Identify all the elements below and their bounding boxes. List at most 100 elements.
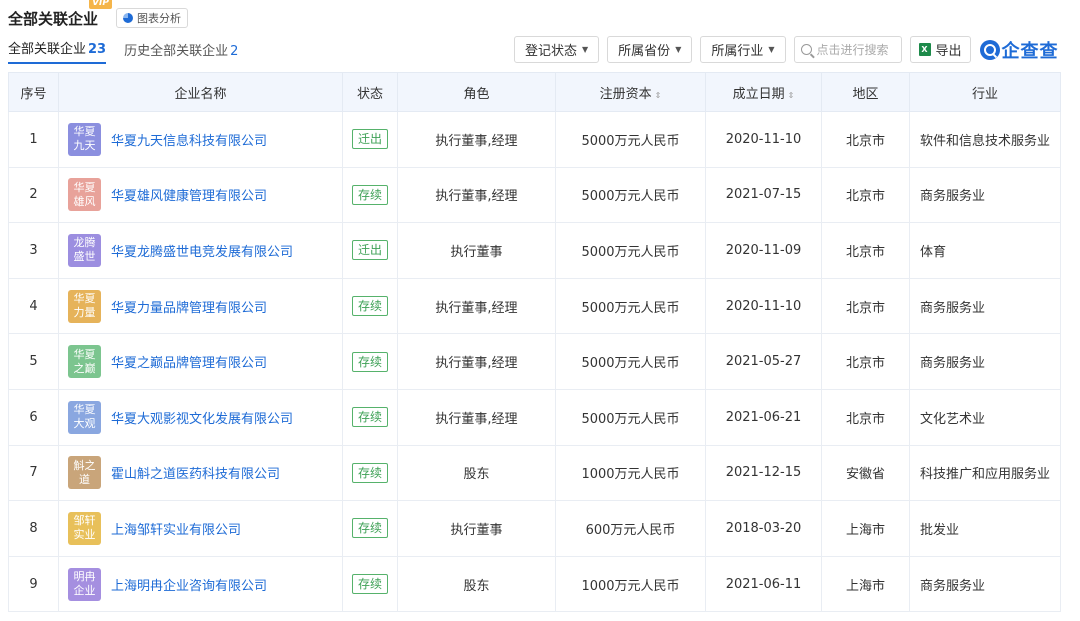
capital-cell: 600万元人民币 <box>555 500 706 557</box>
search-box <box>793 36 902 63</box>
company-cell: 华夏大观 华夏大观影视文化发展有限公司 <box>58 388 343 446</box>
filter-province[interactable]: 所属省份 ▼ <box>607 36 693 63</box>
company-logo: 斛之道 <box>68 456 101 490</box>
company-name-link[interactable]: 霍山斛之道医药科技有限公司 <box>111 463 280 482</box>
company-name-link[interactable]: 华夏力量品牌管理有限公司 <box>111 297 267 316</box>
status-cell: 存续 <box>342 555 398 613</box>
col-header-date[interactable]: 成立日期 ⇕ <box>705 72 822 112</box>
industry-cell: 批发业 <box>909 500 1061 557</box>
col-header-role: 角色 <box>397 72 556 112</box>
date-cell: 2020-11-09 <box>705 222 822 279</box>
industry-cell: 体育 <box>909 222 1061 279</box>
date-cell: 2020-11-10 <box>705 277 822 335</box>
table-row: 4 华夏力量 华夏力量品牌管理有限公司 存续 执行董事,经理 5000万元人民币 2020-… <box>8 277 1061 335</box>
company-cell: 华夏九天 华夏九天信息科技有限公司 <box>58 111 343 168</box>
tab-all-related[interactable]: 全部关联企业 23 <box>8 38 107 64</box>
table-header-row: 序号 企业名称 状态 角色 注册资本 ⇕ 成立日期 ⇕ 地区 行业 <box>8 72 1061 112</box>
company-logo: 明冉企业 <box>68 567 101 601</box>
status-badge: 存续 <box>351 462 388 483</box>
date-cell: 2021-05-27 <box>705 333 822 390</box>
role-cell: 执行董事 <box>397 222 556 279</box>
role-cell: 执行董事,经理 <box>397 166 556 224</box>
company-cell: 华夏力量 华夏力量品牌管理有限公司 <box>58 277 343 335</box>
company-name-link[interactable]: 华夏龙腾盛世电竞发展有限公司 <box>111 241 293 260</box>
company-name-link[interactable]: 华夏九天信息科技有限公司 <box>111 130 267 149</box>
company-cell: 华夏之巅 华夏之巅品牌管理有限公司 <box>58 333 343 390</box>
row-index: 1 <box>8 111 59 168</box>
filter-industry[interactable]: 所属行业 ▼ <box>700 36 786 63</box>
capital-cell: 1000万元人民币 <box>555 444 706 502</box>
col-header-status: 状态 <box>342 72 398 112</box>
capital-cell: 5000万元人民币 <box>555 388 706 446</box>
date-cell: 2018-03-20 <box>705 500 822 557</box>
col-header-date-label: 成立日期 <box>732 86 785 102</box>
role-cell: 执行董事 <box>397 500 556 557</box>
company-logo: 华夏九天 <box>68 122 101 156</box>
company-name-link[interactable]: 华夏之巅品牌管理有限公司 <box>111 352 267 371</box>
chart-analysis-button[interactable]: 图表分析 <box>116 8 189 28</box>
table-row: 3 龙腾盛世 华夏龙腾盛世电竞发展有限公司 迁出 执行董事 5000万元人民币 2020-1… <box>8 222 1061 279</box>
toolbar: 登记状态 ▼ 所属省份 ▼ 所属行业 ▼ X 导出 企查查 <box>514 36 1059 63</box>
date-cell: 2021-12-15 <box>705 444 822 502</box>
region-cell: 北京市 <box>821 111 910 168</box>
export-label: 导出 <box>935 44 962 59</box>
row-index: 8 <box>8 500 59 557</box>
search-input[interactable] <box>816 42 897 57</box>
chart-analysis-label: 图表分析 <box>137 12 182 25</box>
tab-bar: 全部关联企业 23 历史全部关联企业 2 <box>8 42 256 64</box>
vip-badge: VIP <box>89 0 113 9</box>
status-cell: 存续 <box>342 388 398 446</box>
company-name-link[interactable]: 上海邹轩实业有限公司 <box>111 519 241 538</box>
role-cell: 执行董事,经理 <box>397 388 556 446</box>
company-logo: 华夏雄风 <box>68 178 101 212</box>
status-cell: 存续 <box>342 277 398 335</box>
date-cell: 2021-06-21 <box>705 388 822 446</box>
row-index: 5 <box>8 333 59 390</box>
export-button[interactable]: X 导出 <box>909 36 971 63</box>
status-cell: 存续 <box>342 166 398 224</box>
qcc-logo-icon <box>979 39 1000 60</box>
caret-down-icon: ▼ <box>768 45 775 54</box>
role-cell: 股东 <box>397 555 556 613</box>
capital-cell: 5000万元人民币 <box>555 111 706 168</box>
company-logo: 华夏之巅 <box>68 345 101 379</box>
table-row: 7 斛之道 霍山斛之道医药科技有限公司 存续 股东 1000万元人民币 2021-12-15… <box>8 444 1061 502</box>
status-badge: 迁出 <box>351 240 388 261</box>
company-name-link[interactable]: 华夏雄风健康管理有限公司 <box>111 185 267 204</box>
company-name-link[interactable]: 华夏大观影视文化发展有限公司 <box>111 408 293 427</box>
region-cell: 北京市 <box>821 166 910 224</box>
page-title-text: 全部关联企业 <box>8 9 99 28</box>
status-badge: 存续 <box>351 184 388 205</box>
capital-cell: 1000万元人民币 <box>555 555 706 613</box>
tab-label: 全部关联企业 <box>8 42 87 57</box>
company-logo: 华夏力量 <box>68 289 101 323</box>
sort-icon: ⇕ <box>787 90 795 100</box>
sort-icon: ⇕ <box>654 90 662 100</box>
company-cell: 斛之道 霍山斛之道医药科技有限公司 <box>58 444 343 502</box>
col-header-capital[interactable]: 注册资本 ⇕ <box>555 72 706 112</box>
filter-label: 登记状态 <box>525 44 578 59</box>
caret-down-icon: ▼ <box>582 45 589 54</box>
row-index: 7 <box>8 444 59 502</box>
tab-history-related[interactable]: 历史全部关联企业 2 <box>124 40 238 64</box>
col-header-capital-label: 注册资本 <box>599 86 652 102</box>
date-cell: 2020-11-10 <box>705 111 822 168</box>
role-cell: 执行董事,经理 <box>397 277 556 335</box>
status-cell: 存续 <box>342 500 398 557</box>
industry-cell: 科技推广和应用服务业 <box>909 444 1061 502</box>
company-logo: 邹轩实业 <box>68 511 101 545</box>
status-cell: 迁出 <box>342 222 398 279</box>
role-cell: 股东 <box>397 444 556 502</box>
status-cell: 存续 <box>342 444 398 502</box>
region-cell: 安徽省 <box>821 444 910 502</box>
region-cell: 北京市 <box>821 333 910 390</box>
date-cell: 2021-06-11 <box>705 555 822 613</box>
capital-cell: 5000万元人民币 <box>555 222 706 279</box>
company-name-link[interactable]: 上海明冉企业咨询有限公司 <box>111 575 267 594</box>
status-badge: 存续 <box>351 574 388 595</box>
filter-registration-status[interactable]: 登记状态 ▼ <box>514 36 600 63</box>
filter-label: 所属省份 <box>618 44 671 59</box>
status-badge: 存续 <box>351 351 388 372</box>
table-row: 2 华夏雄风 华夏雄风健康管理有限公司 存续 执行董事,经理 5000万元人民币 2021-… <box>8 166 1061 224</box>
status-badge: 存续 <box>351 518 388 539</box>
